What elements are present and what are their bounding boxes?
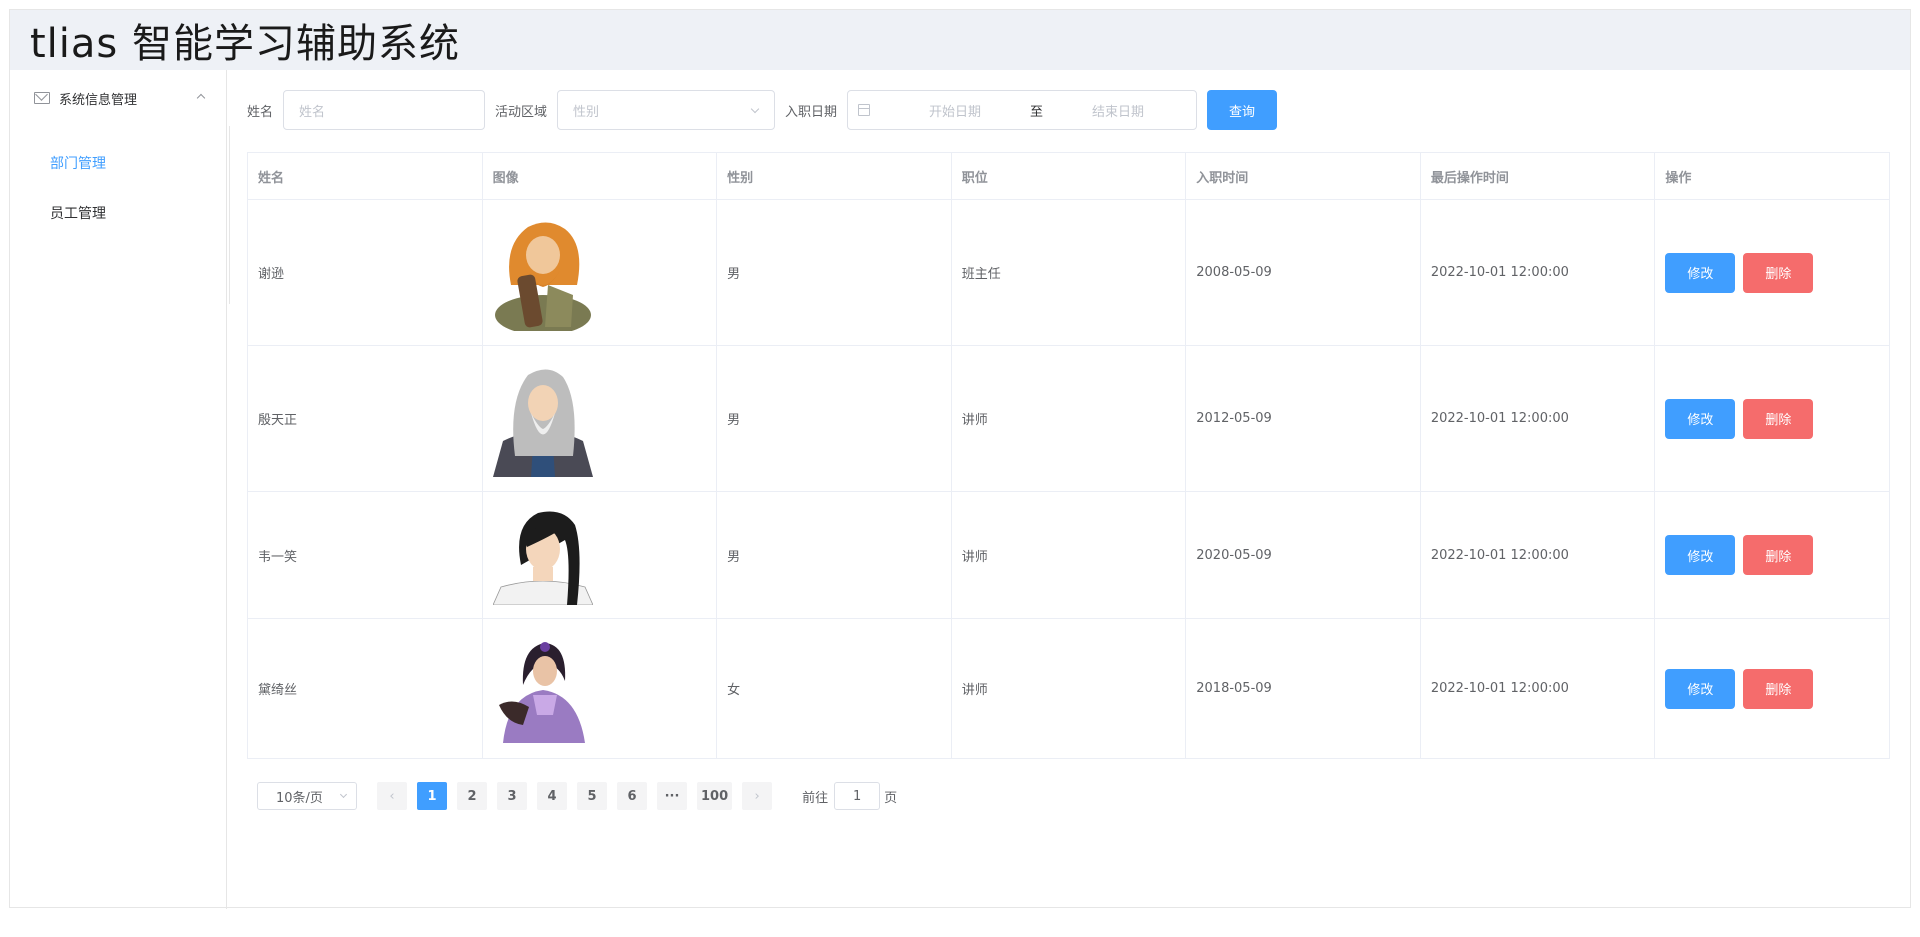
area-select[interactable]: 性别 <box>557 90 776 130</box>
sidebar-item-departments[interactable]: 部门管理 <box>10 138 229 188</box>
cell-entry-date: 2008-05-09 <box>1185 199 1421 346</box>
delete-button[interactable]: 删除 <box>1743 668 1814 709</box>
cell-image <box>481 345 718 492</box>
cell-image <box>481 199 718 346</box>
cell-name: 殷天正 <box>247 345 483 492</box>
cell-gender: 男 <box>716 199 952 346</box>
chevron-down-icon <box>339 790 348 799</box>
cell-position: 讲师 <box>950 491 1187 619</box>
table-row: 韦一笑 男 讲师 2020-05-09 2022-10-01 12:00:00 … <box>247 491 1890 619</box>
column-header-actions: 操作 <box>1654 152 1890 200</box>
date-range-separator: 至 <box>1030 104 1044 120</box>
sidebar-menu: 部门管理 员工管理 <box>10 126 230 304</box>
cell-updated: 2022-10-01 12:00:00 <box>1419 491 1656 619</box>
cell-gender: 男 <box>716 491 952 619</box>
envelope-icon <box>34 92 50 104</box>
column-header-gender: 性别 <box>716 152 952 200</box>
cell-name: 黛绮丝 <box>247 618 483 759</box>
cell-entry-date: 2020-05-09 <box>1185 491 1421 619</box>
cell-actions: 修改 删除 <box>1654 491 1890 619</box>
cell-updated: 2022-10-01 12:00:00 <box>1419 199 1656 346</box>
prev-page-button[interactable]: ‹ <box>377 782 407 810</box>
chevron-up-icon <box>196 93 206 103</box>
area-label: 活动区域 <box>495 104 548 120</box>
name-input[interactable]: 姓名 <box>283 90 486 130</box>
cell-actions: 修改 删除 <box>1654 618 1890 759</box>
page-button-2[interactable]: 2 <box>457 782 487 810</box>
cell-position: 讲师 <box>950 618 1187 759</box>
goto-page-input[interactable]: 1 <box>834 782 881 810</box>
page-button-4[interactable]: 4 <box>537 782 567 810</box>
sidebar-item-employees[interactable]: 员工管理 <box>10 188 229 238</box>
table-row: 黛绮丝 女 讲师 2018-05-09 2022-10-01 12:00:00 … <box>247 618 1890 759</box>
calendar-icon <box>858 104 871 116</box>
cell-name: 韦一笑 <box>247 491 483 619</box>
cell-entry-date: 2018-05-09 <box>1185 618 1421 759</box>
search-form: 姓名 姓名 活动区域 性别 入职日期 开始日期 至 结束日期 查询 <box>247 90 1890 130</box>
cell-name: 谢逊 <box>247 199 483 346</box>
avatar <box>498 641 585 743</box>
next-page-button[interactable]: › <box>742 782 773 810</box>
cell-entry-date: 2012-05-09 <box>1185 345 1421 492</box>
avatar <box>492 511 593 605</box>
table-header-row: 姓名 图像 性别 职位 入职时间 最后操作时间 操作 <box>247 152 1890 200</box>
cell-updated: 2022-10-01 12:00:00 <box>1419 345 1656 492</box>
delete-button[interactable]: 删除 <box>1743 535 1814 575</box>
cell-actions: 修改 删除 <box>1654 345 1890 492</box>
chevron-down-icon <box>750 104 760 114</box>
page-button-1[interactable]: 1 <box>417 782 447 810</box>
sidebar: 系统信息管理 部门管理 员工管理 <box>10 70 230 909</box>
cell-position: 班主任 <box>950 199 1187 346</box>
table-row: 谢逊 男 班主任 2008-05-09 2022-10-01 12:00:00 … <box>247 199 1890 346</box>
app-window: tlias 智能学习辅助系统 系统信息管理 部门管理 员工管理 姓名 姓名 活动… <box>9 9 1911 909</box>
column-header-name: 姓名 <box>247 152 483 200</box>
page-button-100[interactable]: 100 <box>697 782 733 810</box>
column-header-image: 图像 <box>481 152 718 200</box>
column-header-updated: 最后操作时间 <box>1419 152 1656 200</box>
query-button[interactable]: 查询 <box>1207 90 1278 130</box>
column-header-position: 职位 <box>950 152 1187 200</box>
area-select-placeholder: 性别 <box>573 104 600 120</box>
name-input-placeholder: 姓名 <box>299 104 326 120</box>
edit-button[interactable]: 修改 <box>1665 535 1736 575</box>
avatar <box>494 221 591 331</box>
cell-updated: 2022-10-01 12:00:00 <box>1419 618 1656 759</box>
entry-date-label: 入职日期 <box>785 104 838 120</box>
column-header-entry-date: 入职时间 <box>1185 152 1421 200</box>
main-content: 姓名 姓名 活动区域 性别 入职日期 开始日期 至 结束日期 查询 姓名 图像 … <box>227 70 1910 909</box>
date-range-picker[interactable]: 开始日期 至 结束日期 <box>847 90 1198 130</box>
app-header: tlias 智能学习辅助系统 <box>10 10 1910 70</box>
cell-image <box>481 491 718 619</box>
avatar <box>492 368 593 477</box>
goto-suffix: 页 <box>884 790 898 806</box>
delete-button[interactable]: 删除 <box>1743 398 1814 439</box>
name-label: 姓名 <box>247 104 274 120</box>
goto-prefix: 前往 <box>802 790 829 806</box>
cell-position: 讲师 <box>950 345 1187 492</box>
cell-actions: 修改 删除 <box>1654 199 1890 346</box>
edit-button[interactable]: 修改 <box>1665 252 1736 293</box>
page-button-6[interactable]: 6 <box>617 782 647 810</box>
goto-page: 前往 1 页 <box>802 782 897 810</box>
app-title: tlias 智能学习辅助系统 <box>30 21 460 67</box>
sidebar-group-system-info[interactable]: 系统信息管理 <box>10 70 226 126</box>
employee-table: 姓名 图像 性别 职位 入职时间 最后操作时间 操作 谢逊 男 班主任 2008… <box>247 152 1890 759</box>
page-button-3[interactable]: 3 <box>497 782 527 810</box>
layout: 系统信息管理 部门管理 员工管理 姓名 姓名 活动区域 性别 入职日期 开始日期… <box>10 70 1910 909</box>
more-pages-button[interactable]: ··· <box>657 782 687 810</box>
start-date-placeholder: 开始日期 <box>929 104 982 120</box>
page-size-select[interactable]: 10条/页 <box>257 782 357 810</box>
end-date-placeholder: 结束日期 <box>1092 104 1145 120</box>
pagination: 10条/页 ‹ 1 2 3 4 5 6 ··· 100 › 前往 1 页 <box>247 782 1890 810</box>
table-row: 殷天正 男 讲师 2012-05-09 2022-10-01 12:00:00 … <box>247 345 1890 492</box>
edit-button[interactable]: 修改 <box>1665 398 1736 439</box>
cell-image <box>481 618 718 759</box>
edit-button[interactable]: 修改 <box>1665 668 1736 709</box>
page-button-5[interactable]: 5 <box>577 782 607 810</box>
sidebar-group-label: 系统信息管理 <box>59 92 138 108</box>
cell-gender: 女 <box>716 618 952 759</box>
page-size-value: 10条/页 <box>276 790 323 806</box>
delete-button[interactable]: 删除 <box>1743 252 1814 293</box>
cell-gender: 男 <box>716 345 952 492</box>
